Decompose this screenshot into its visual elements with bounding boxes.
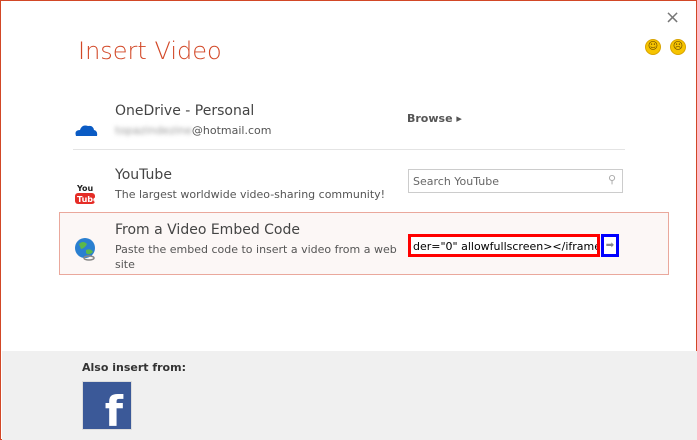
search-icon[interactable]: ⚲ <box>608 173 616 186</box>
onedrive-title: OneDrive - Personal <box>115 103 255 119</box>
smile-feedback-icon[interactable]: ☺ <box>645 39 661 55</box>
onedrive-account: topazindezine@hotmail.com <box>115 124 272 137</box>
insert-video-dialog: × ☺ ☹ Insert Video OneDrive - Personal t… <box>0 0 697 440</box>
embed-code-input[interactable]: der="0" allowfullscreen></iframe> <box>408 234 600 257</box>
browse-button[interactable]: Browse ▸ <box>407 112 462 125</box>
close-icon[interactable]: × <box>665 7 680 28</box>
onedrive-row[interactable]: OneDrive - Personal topazindezine@hotmai… <box>61 103 669 165</box>
youtube-icon: You Tube <box>75 184 99 204</box>
youtube-title: YouTube <box>115 167 172 183</box>
divider <box>73 149 625 150</box>
cloud-icon <box>75 125 98 136</box>
youtube-search-input[interactable]: Search YouTube ⚲ <box>408 169 623 193</box>
also-insert-section: Also insert from: f <box>2 351 697 440</box>
insert-arrow-button[interactable]: ➡ <box>601 234 619 257</box>
svg-text:You: You <box>76 184 94 193</box>
globe-icon <box>75 238 95 261</box>
frown-feedback-icon[interactable]: ☹ <box>670 39 686 55</box>
dialog-title: Insert Video <box>78 37 222 65</box>
embed-title: From a Video Embed Code <box>115 222 301 238</box>
facebook-icon[interactable]: f <box>82 381 132 430</box>
embed-subtitle: Paste the embed code to insert a video f… <box>115 243 397 271</box>
also-insert-label: Also insert from: <box>82 361 186 374</box>
youtube-subtitle: The largest worldwide video-sharing comm… <box>115 188 386 201</box>
svg-text:Tube: Tube <box>77 195 99 204</box>
